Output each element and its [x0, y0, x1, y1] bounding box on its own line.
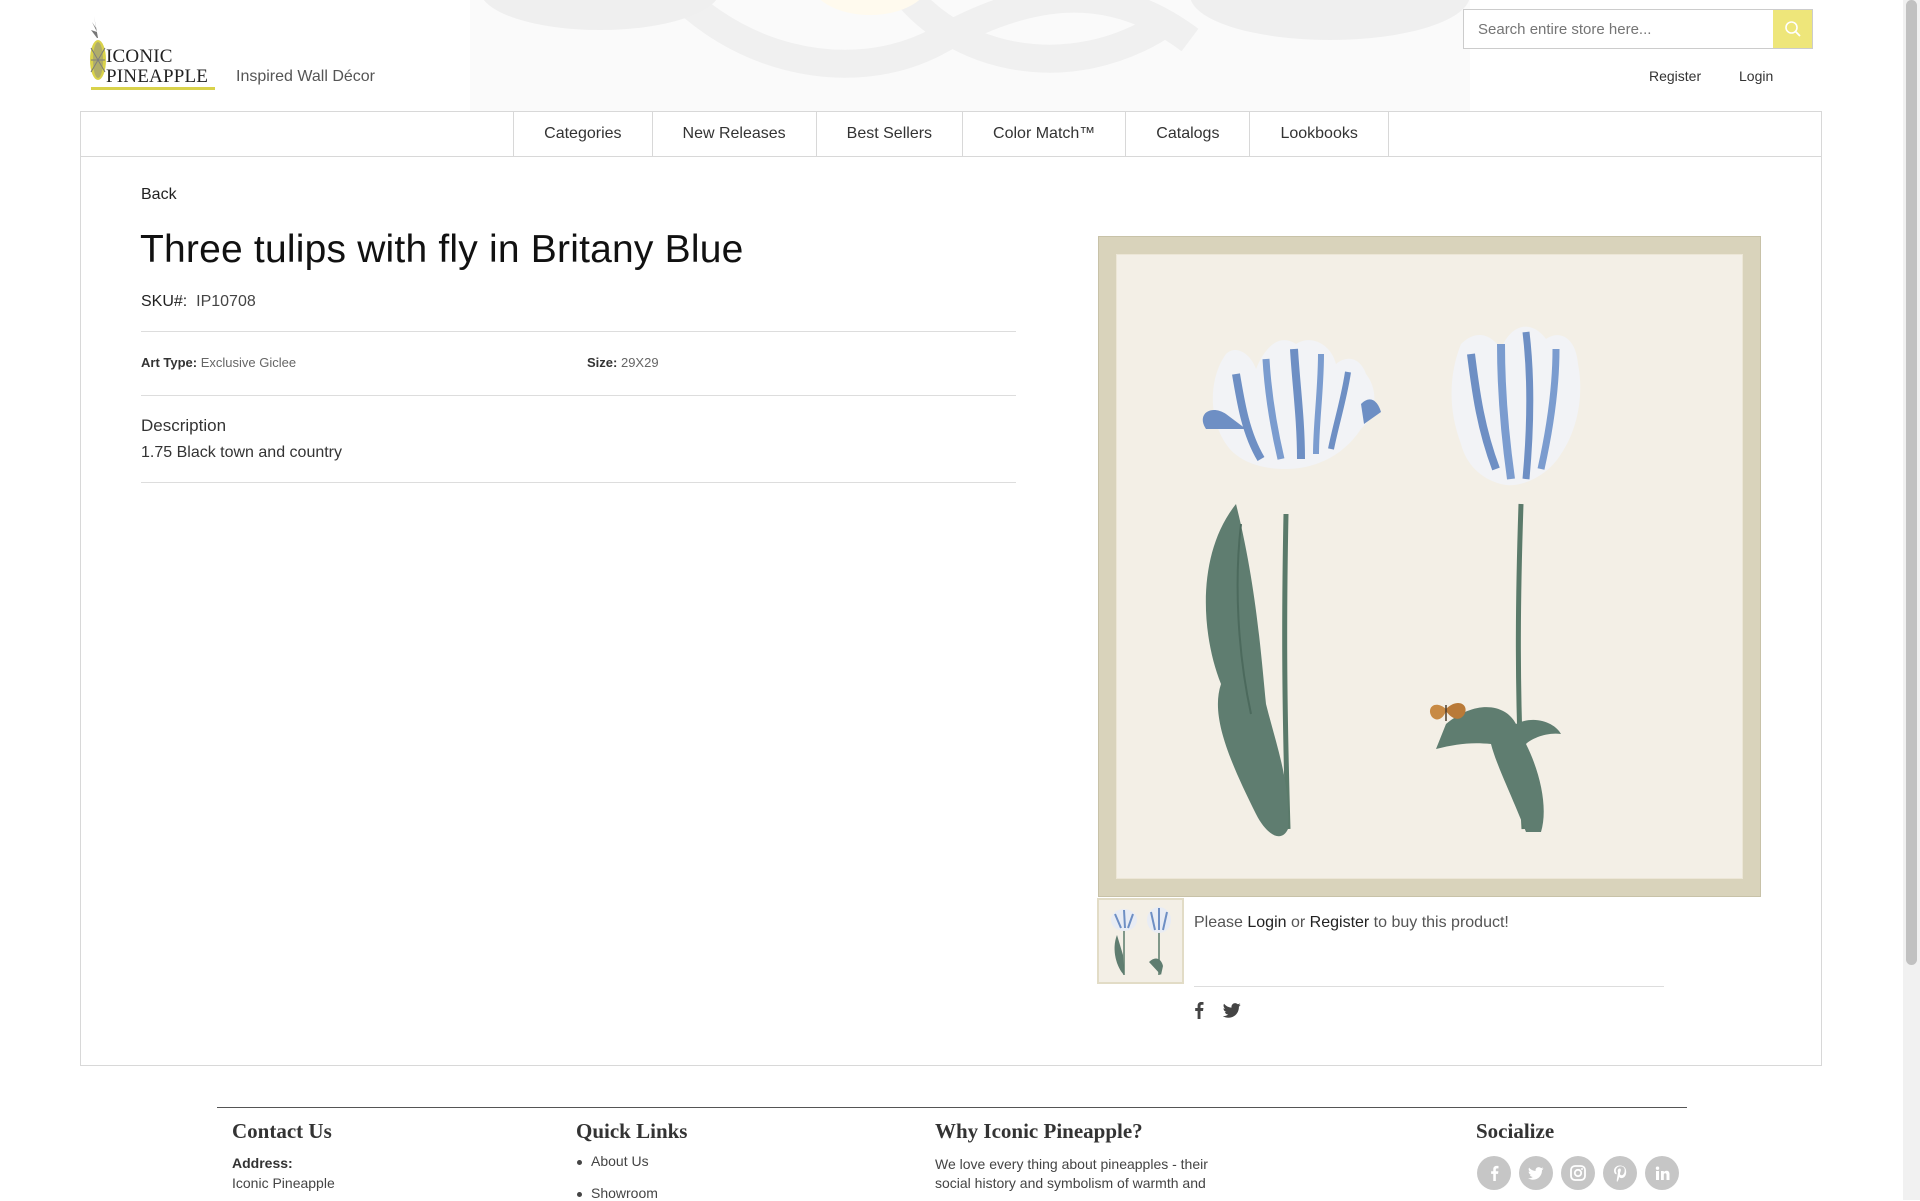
share-twitter-button[interactable]: [1223, 1000, 1241, 1020]
footer-address-line: Iconic Pineapple: [232, 1175, 335, 1191]
site-header: ICONIC PINEAPPLE Inspired Wall Décor Reg…: [0, 0, 1920, 112]
tulip-artwork: [1202, 326, 1581, 837]
pinterest-icon: [1614, 1165, 1627, 1182]
divider: [141, 482, 1016, 483]
social-twitter-button[interactable]: [1519, 1156, 1553, 1190]
search-button[interactable]: [1773, 10, 1812, 48]
divider: [1194, 986, 1664, 987]
share-facebook-button[interactable]: [1190, 1000, 1208, 1020]
footer-address-label: Address:: [232, 1155, 293, 1171]
product-image[interactable]: [1098, 236, 1761, 897]
size-value: 29X29: [620, 355, 659, 370]
brand-logo-text: ICONIC PINEAPPLE: [106, 46, 209, 87]
pineapple-icon: [90, 16, 106, 80]
prompt-register-link[interactable]: Register: [1310, 914, 1370, 931]
social-instagram-button[interactable]: [1561, 1156, 1595, 1190]
search-input[interactable]: [1464, 10, 1792, 48]
art-type-value: Exclusive Giclee: [200, 355, 297, 370]
social-facebook-button[interactable]: [1477, 1156, 1511, 1190]
main-nav: Categories New Releases Best Sellers Col…: [80, 111, 1822, 157]
art-type-label: Art Type:: [141, 355, 198, 370]
nav-lookbooks[interactable]: Lookbooks: [1250, 111, 1389, 156]
linkedin-icon: [1655, 1166, 1669, 1180]
login-link[interactable]: Login: [1739, 68, 1773, 84]
prompt-text: or: [1286, 914, 1310, 931]
twitter-icon: [1223, 1002, 1241, 1018]
footer-why-text-line: We love every thing about pineapples - t…: [935, 1156, 1208, 1172]
prompt-text: Please: [1194, 914, 1248, 931]
nav-best-sellers[interactable]: Best Sellers: [817, 111, 964, 156]
size-label: Size:: [587, 355, 618, 370]
sku-value: IP10708: [196, 293, 256, 310]
nav-categories[interactable]: Categories: [513, 111, 653, 156]
back-link[interactable]: Back: [141, 186, 177, 204]
twitter-icon: [1528, 1166, 1544, 1180]
buy-login-prompt: Please Login or Register to buy this pro…: [1194, 914, 1509, 932]
nav-color-match[interactable]: Color Match™: [963, 111, 1127, 156]
register-link[interactable]: Register: [1649, 68, 1701, 84]
product-title: Three tulips with fly in Britany Blue: [140, 228, 744, 271]
art-type: Art Type: Exclusive Giclee: [141, 355, 296, 370]
artwork-canvas: [1116, 254, 1743, 879]
scrollbar-thumb[interactable]: [1906, 0, 1917, 965]
search-icon: [1784, 21, 1801, 37]
divider: [141, 395, 1016, 396]
product-sku: SKU#: IP10708: [141, 293, 256, 311]
divider: [141, 331, 1016, 332]
page-scrollbar[interactable]: [1903, 0, 1920, 1200]
prompt-text: to buy this product!: [1369, 914, 1509, 931]
footer-link-showroom[interactable]: Showroom: [577, 1185, 658, 1201]
footer-contact-heading: Contact Us: [232, 1119, 332, 1143]
footer-why-heading: Why Iconic Pineapple?: [935, 1119, 1143, 1143]
search-box: [1463, 9, 1813, 49]
description-heading: Description: [141, 416, 227, 435]
sku-label: SKU#:: [141, 293, 188, 310]
size: Size: 29X29: [587, 355, 659, 370]
social-pinterest-button[interactable]: [1603, 1156, 1637, 1190]
nav-catalogs[interactable]: Catalogs: [1126, 111, 1251, 156]
tulip-thumbnail: [1111, 907, 1171, 975]
brand-logo[interactable]: ICONIC PINEAPPLE: [88, 14, 215, 90]
brand-logo-underline: [91, 87, 215, 90]
social-linkedin-button[interactable]: [1645, 1156, 1679, 1190]
product-thumbnail[interactable]: [1097, 898, 1184, 984]
footer-quick-links-heading: Quick Links: [576, 1119, 688, 1143]
facebook-icon: [1490, 1165, 1498, 1181]
facebook-icon: [1195, 1002, 1204, 1019]
instagram-icon: [1570, 1165, 1586, 1181]
brand-tagline: Inspired Wall Décor: [236, 68, 376, 85]
prompt-login-link[interactable]: Login: [1247, 914, 1286, 931]
footer-why-text-line: social history and symbolism of warmth a…: [935, 1175, 1206, 1191]
footer-link-about-us[interactable]: About Us: [577, 1153, 649, 1169]
nav-new-releases[interactable]: New Releases: [653, 111, 817, 156]
footer-divider: [217, 1107, 1687, 1108]
footer-socialize-heading: Socialize: [1476, 1119, 1555, 1143]
description-text: 1.75 Black town and country: [141, 444, 343, 461]
